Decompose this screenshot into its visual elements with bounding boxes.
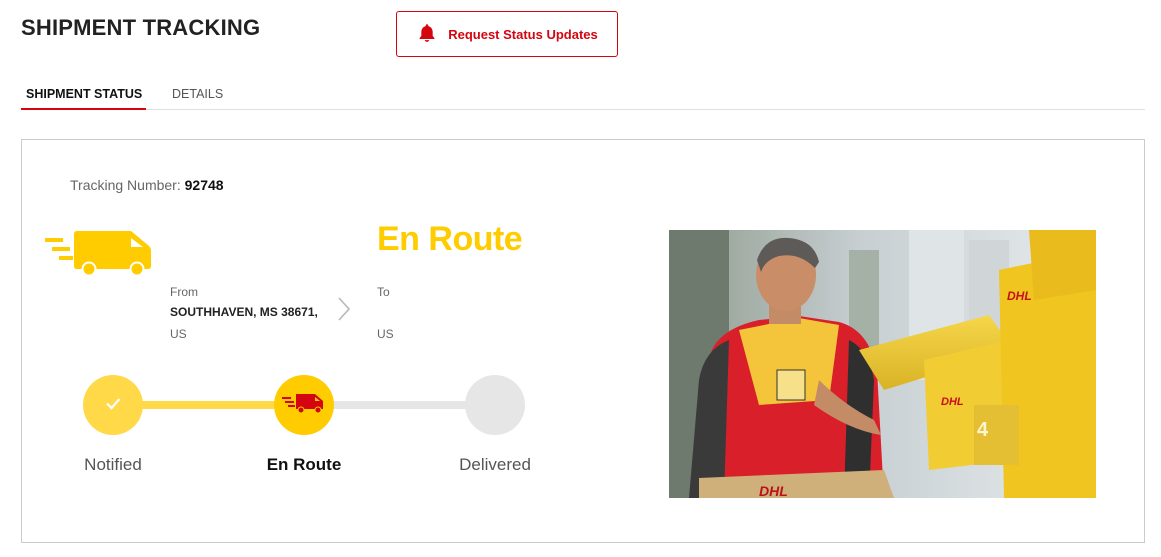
delivery-truck-icon [45, 228, 153, 281]
request-status-updates-label: Request Status Updates [448, 26, 598, 42]
tab-shipment-status[interactable]: SHIPMENT STATUS [20, 87, 147, 110]
tab-bar: SHIPMENT STATUS DETAILS [20, 78, 1145, 110]
shipment-status-heading: En Route [377, 220, 523, 258]
truck-icon [282, 392, 326, 419]
from-country: US [170, 327, 187, 341]
svg-text:DHL: DHL [941, 396, 964, 408]
tab-details[interactable]: DETAILS [172, 87, 223, 101]
from-label: From [170, 285, 198, 299]
step-label-en-route: En Route [266, 455, 342, 474]
tracking-number-label: Tracking Number: [70, 177, 181, 193]
step-delivered-circle [465, 375, 525, 435]
step-label-delivered: Delivered [459, 455, 531, 474]
request-status-updates-button[interactable]: Request Status Updates [396, 11, 618, 57]
chevron-right-icon [335, 296, 353, 327]
svg-text:4: 4 [977, 419, 989, 441]
courier-photo: DHL DHL DHL 4 [669, 230, 1096, 498]
to-country: US [377, 327, 394, 341]
svg-text:DHL: DHL [759, 483, 788, 498]
step-label-notified: Notified [84, 455, 142, 474]
to-label: To [377, 285, 390, 299]
step-notified-circle [83, 375, 143, 435]
bell-icon [416, 22, 438, 47]
page-title: SHIPMENT TRACKING [21, 15, 261, 40]
tracking-number-value: 92748 [184, 177, 224, 193]
step-en-route-circle [274, 375, 334, 435]
svg-text:DHL: DHL [1007, 289, 1032, 303]
check-icon [102, 392, 124, 419]
from-address: SOUTHHAVEN, MS 38671, [170, 305, 318, 319]
tracking-number: Tracking Number: 92748 [70, 177, 224, 193]
